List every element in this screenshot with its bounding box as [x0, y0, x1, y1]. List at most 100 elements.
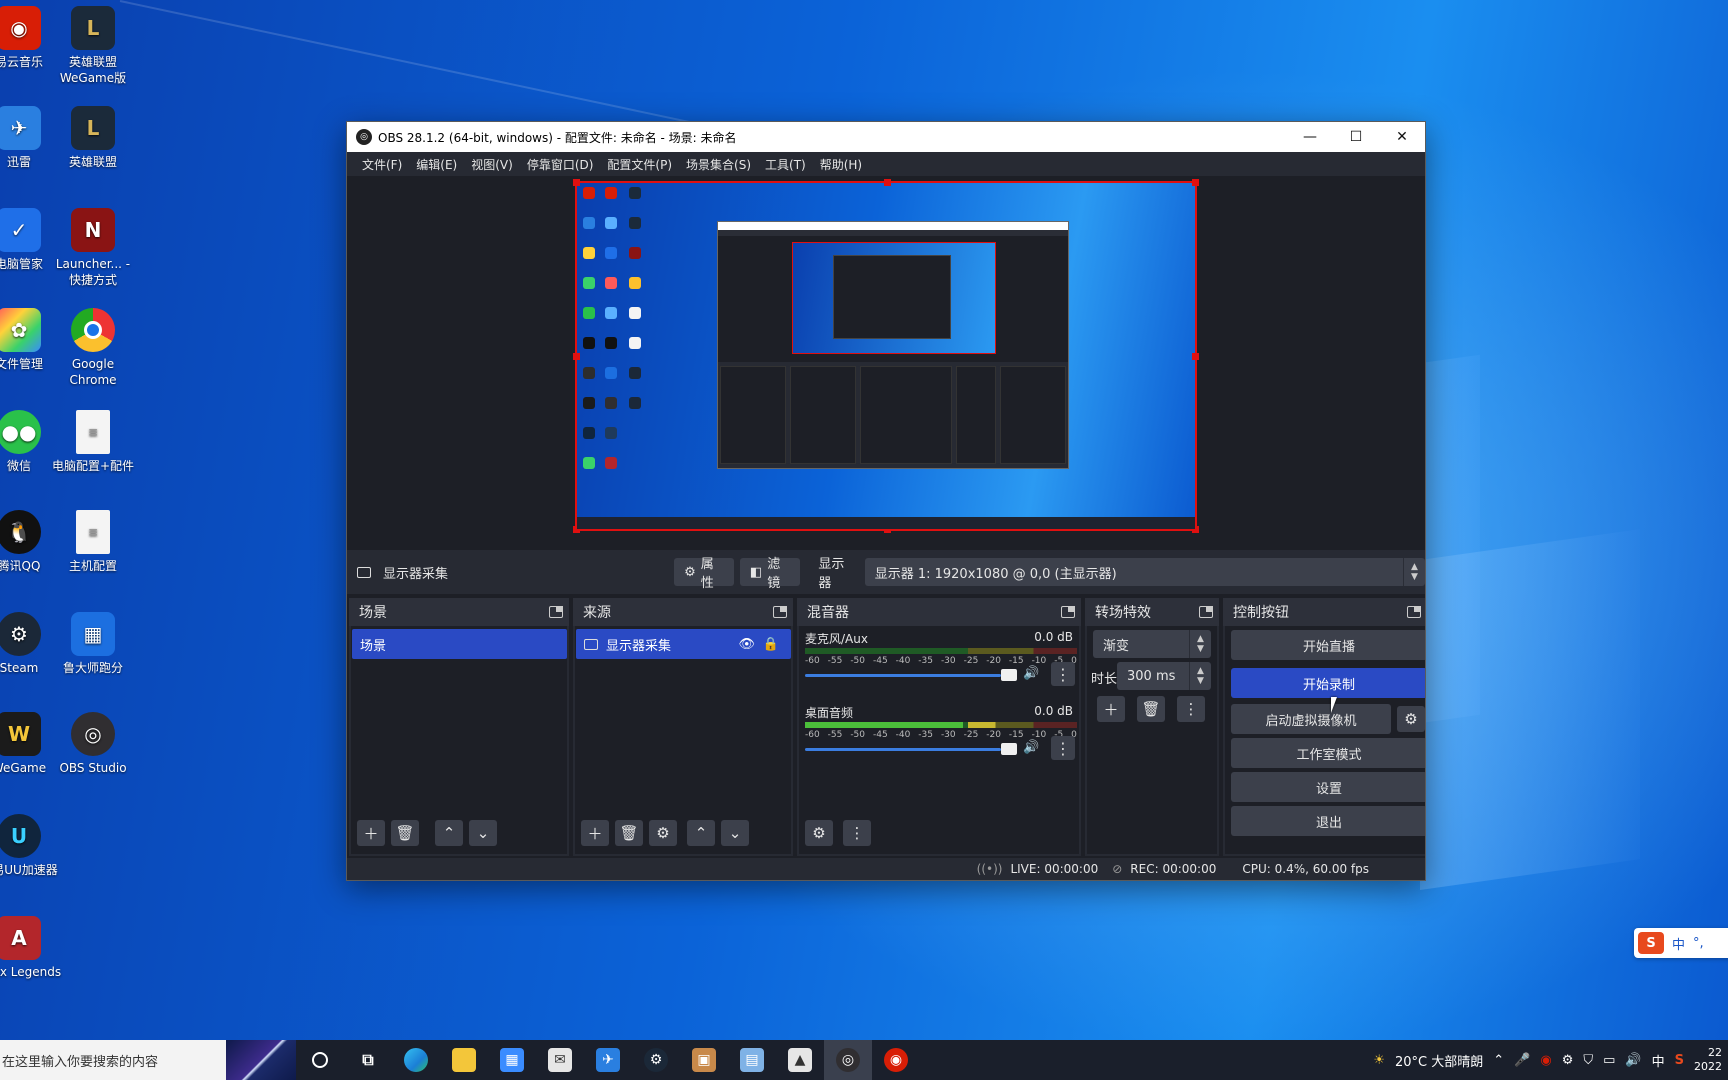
desktop-audio-options-button[interactable]: ⋮ — [1051, 736, 1075, 760]
desktop-icon-launcher[interactable]: N Launcher... - 快捷方式 — [50, 208, 136, 288]
desktop-icon-lol[interactable]: L 英雄联盟 — [50, 106, 136, 170]
add-scene-button[interactable]: ＋ — [357, 820, 385, 846]
resize-handle[interactable] — [573, 179, 580, 186]
sogou-tray-icon[interactable]: S — [1675, 1053, 1684, 1068]
preview-canvas[interactable] — [347, 176, 1425, 550]
taskbar-photos[interactable]: ▲ — [776, 1040, 824, 1080]
filters-button[interactable]: ◧ 滤镜 — [739, 557, 801, 591]
move-scene-up-button[interactable]: ⌃ — [435, 820, 463, 846]
network-icon[interactable]: ▭ — [1603, 1053, 1615, 1068]
volume-icon[interactable]: 🔊 — [1625, 1053, 1641, 1068]
mixer-menu-button[interactable]: ⋮ — [843, 820, 871, 846]
ime-punctuation[interactable]: °, — [1693, 936, 1704, 951]
minimize-button[interactable]: — — [1287, 122, 1333, 152]
speaker-icon[interactable]: 🔊 — [1023, 740, 1039, 755]
add-transition-button[interactable]: ＋ — [1097, 696, 1125, 722]
taskbar-obs[interactable]: ◎ — [824, 1040, 872, 1080]
taskbar-edge[interactable] — [392, 1040, 440, 1080]
exit-button[interactable]: 退出 — [1231, 806, 1425, 836]
studio-mode-button[interactable]: 工作室模式 — [1231, 738, 1425, 768]
steam-tray-icon[interactable]: ⚙ — [1562, 1053, 1574, 1068]
window-titlebar[interactable]: ◎ OBS 28.1.2 (64-bit, windows) - 配置文件: 未… — [347, 122, 1425, 152]
ime-mode[interactable]: 中 — [1672, 934, 1685, 953]
display-select[interactable]: 显示器 1: 1920x1080 @ 0,0 (主显示器) ▲ ▼ — [864, 558, 1425, 586]
preview-display-capture[interactable] — [573, 179, 1199, 533]
move-source-down-button[interactable]: ⌄ — [721, 820, 749, 846]
desktop-icon-uu-accelerator[interactable]: U 网易UU加速器 — [0, 814, 62, 878]
desktop-icon-obs[interactable]: ◎ OBS Studio — [50, 712, 136, 776]
menu-profile[interactable]: 配置文件(P) — [600, 156, 679, 173]
taskbar-xunlei[interactable]: ✈ — [584, 1040, 632, 1080]
desktop-icon-ludashi[interactable]: ▦ 鲁大师跑分 — [50, 612, 136, 676]
resize-handle[interactable] — [1192, 353, 1199, 360]
desktop-icon-lol-wegame[interactable]: L 英雄联盟 WeGame版 — [50, 6, 136, 86]
menu-scene-collection[interactable]: 场景集合(S) — [679, 156, 758, 173]
add-source-button[interactable]: ＋ — [581, 820, 609, 846]
remove-source-button[interactable]: 🗑 — [615, 820, 643, 846]
undock-icon[interactable] — [773, 606, 787, 618]
properties-button[interactable]: ⚙ 属性 — [674, 557, 734, 591]
task-view-button[interactable]: ⧉ — [344, 1040, 392, 1080]
desktop-icon-host-config-doc[interactable]: ≡ 主机配置 — [50, 510, 136, 574]
desktop-icon-apex[interactable]: A Apex Legends — [0, 916, 62, 980]
undock-icon[interactable] — [1199, 606, 1213, 618]
microphone-icon[interactable]: 🎤 — [1514, 1053, 1530, 1068]
chevron-up-icon[interactable]: ⌃ — [1493, 1053, 1504, 1068]
scene-item[interactable]: 场景 — [352, 629, 567, 659]
undock-icon[interactable] — [1407, 606, 1421, 618]
taskbar-notes[interactable]: ▤ — [728, 1040, 776, 1080]
desktop-icon-chrome[interactable]: Google Chrome — [50, 308, 136, 388]
remove-transition-button[interactable]: 🗑 — [1137, 696, 1165, 722]
taskbar-explorer[interactable] — [440, 1040, 488, 1080]
menu-docks[interactable]: 停靠窗口(D) — [520, 156, 601, 173]
settings-button[interactable]: 设置 — [1231, 772, 1425, 802]
start-streaming-button[interactable]: 开始直播 — [1231, 630, 1425, 660]
ime-toolbar[interactable]: S 中 °, — [1634, 928, 1728, 958]
undock-icon[interactable] — [1061, 606, 1075, 618]
volume-slider[interactable] — [805, 748, 1001, 751]
remove-scene-button[interactable]: 🗑 — [391, 820, 419, 846]
menu-help[interactable]: 帮助(H) — [813, 156, 869, 173]
undock-icon[interactable] — [549, 606, 563, 618]
taskbar-netease-music[interactable]: ◉ — [872, 1040, 920, 1080]
ime-indicator[interactable]: 中 — [1652, 1051, 1665, 1070]
menu-edit[interactable]: 编辑(E) — [409, 156, 464, 173]
mic-options-button[interactable]: ⋮ — [1051, 662, 1075, 686]
transition-select[interactable]: 渐变 ▲ ▼ — [1093, 630, 1211, 658]
clock[interactable]: 22 2022 — [1694, 1046, 1722, 1074]
weather-text[interactable]: 20°C 大部晴朗 — [1395, 1051, 1483, 1070]
virtual-camera-settings-button[interactable]: ⚙ — [1397, 706, 1425, 732]
start-virtual-camera-button[interactable]: 启动虚拟摄像机 — [1231, 704, 1391, 734]
taskbar-mail[interactable]: ✉ — [536, 1040, 584, 1080]
menu-file[interactable]: 文件(F) — [355, 156, 409, 173]
taskbar-store[interactable]: ▦ — [488, 1040, 536, 1080]
move-source-up-button[interactable]: ⌃ — [687, 820, 715, 846]
start-recording-button[interactable]: 开始录制 — [1231, 668, 1425, 698]
shield-tray-icon[interactable]: ⛉ — [1583, 1053, 1593, 1068]
mixer-settings-button[interactable]: ⚙ — [805, 820, 833, 846]
desktop-icon-pc-config-doc[interactable]: ≡ 电脑配置+配件 — [50, 410, 136, 474]
resize-handle[interactable] — [573, 353, 580, 360]
source-properties-button[interactable]: ⚙ — [649, 820, 677, 846]
close-button[interactable]: ✕ — [1379, 122, 1425, 152]
lock-icon[interactable]: 🔒 — [763, 637, 779, 652]
eye-icon[interactable]: 👁 — [738, 637, 755, 652]
menu-view[interactable]: 视图(V) — [464, 156, 520, 173]
netease-tray-icon[interactable]: ◉ — [1540, 1053, 1551, 1068]
duration-spinbox[interactable]: 300 ms ▲ ▼ — [1117, 662, 1211, 690]
volume-slider-knob[interactable] — [1001, 743, 1017, 755]
move-scene-down-button[interactable]: ⌄ — [469, 820, 497, 846]
resize-handle[interactable] — [1192, 179, 1199, 186]
menu-tools[interactable]: 工具(T) — [758, 156, 813, 173]
volume-slider[interactable] — [805, 674, 1001, 677]
volume-slider-knob[interactable] — [1001, 669, 1017, 681]
transition-menu-button[interactable]: ⋮ — [1177, 696, 1205, 722]
cortana-button[interactable] — [296, 1040, 344, 1080]
taskbar-steam[interactable]: ⚙ — [632, 1040, 680, 1080]
resize-handle[interactable] — [884, 179, 891, 186]
source-item[interactable]: 显示器采集 👁 🔒 — [576, 629, 791, 659]
taskbar-app[interactable]: ▣ — [680, 1040, 728, 1080]
maximize-button[interactable]: ☐ — [1333, 122, 1379, 152]
speaker-icon[interactable]: 🔊 — [1023, 666, 1039, 681]
taskbar-search[interactable]: 在这里输入你要搜索的内容 — [0, 1040, 226, 1080]
